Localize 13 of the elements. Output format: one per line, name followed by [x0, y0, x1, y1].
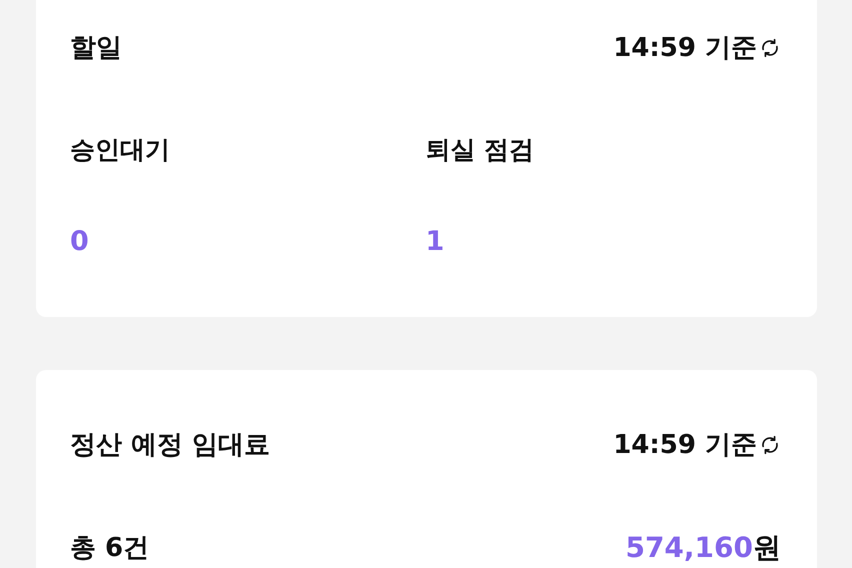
- updated-time: 14:59 기준: [613, 32, 757, 65]
- stat-value[interactable]: 0: [70, 224, 426, 260]
- refresh-icon[interactable]: [759, 434, 781, 456]
- stat-label: 퇴실 점검: [426, 134, 536, 166]
- refresh-icon[interactable]: [759, 37, 781, 59]
- card-title: 할일: [70, 32, 122, 65]
- stat-label: 승인대기: [70, 134, 171, 166]
- amount-value: 574,160: [625, 530, 753, 566]
- stat-value[interactable]: 1: [426, 224, 781, 260]
- updated-time: 14:59 기준: [613, 429, 757, 462]
- card-title: 정산 예정 임대료: [70, 429, 270, 462]
- total-count: 총 6건: [70, 532, 150, 565]
- currency-unit: 원: [753, 530, 781, 566]
